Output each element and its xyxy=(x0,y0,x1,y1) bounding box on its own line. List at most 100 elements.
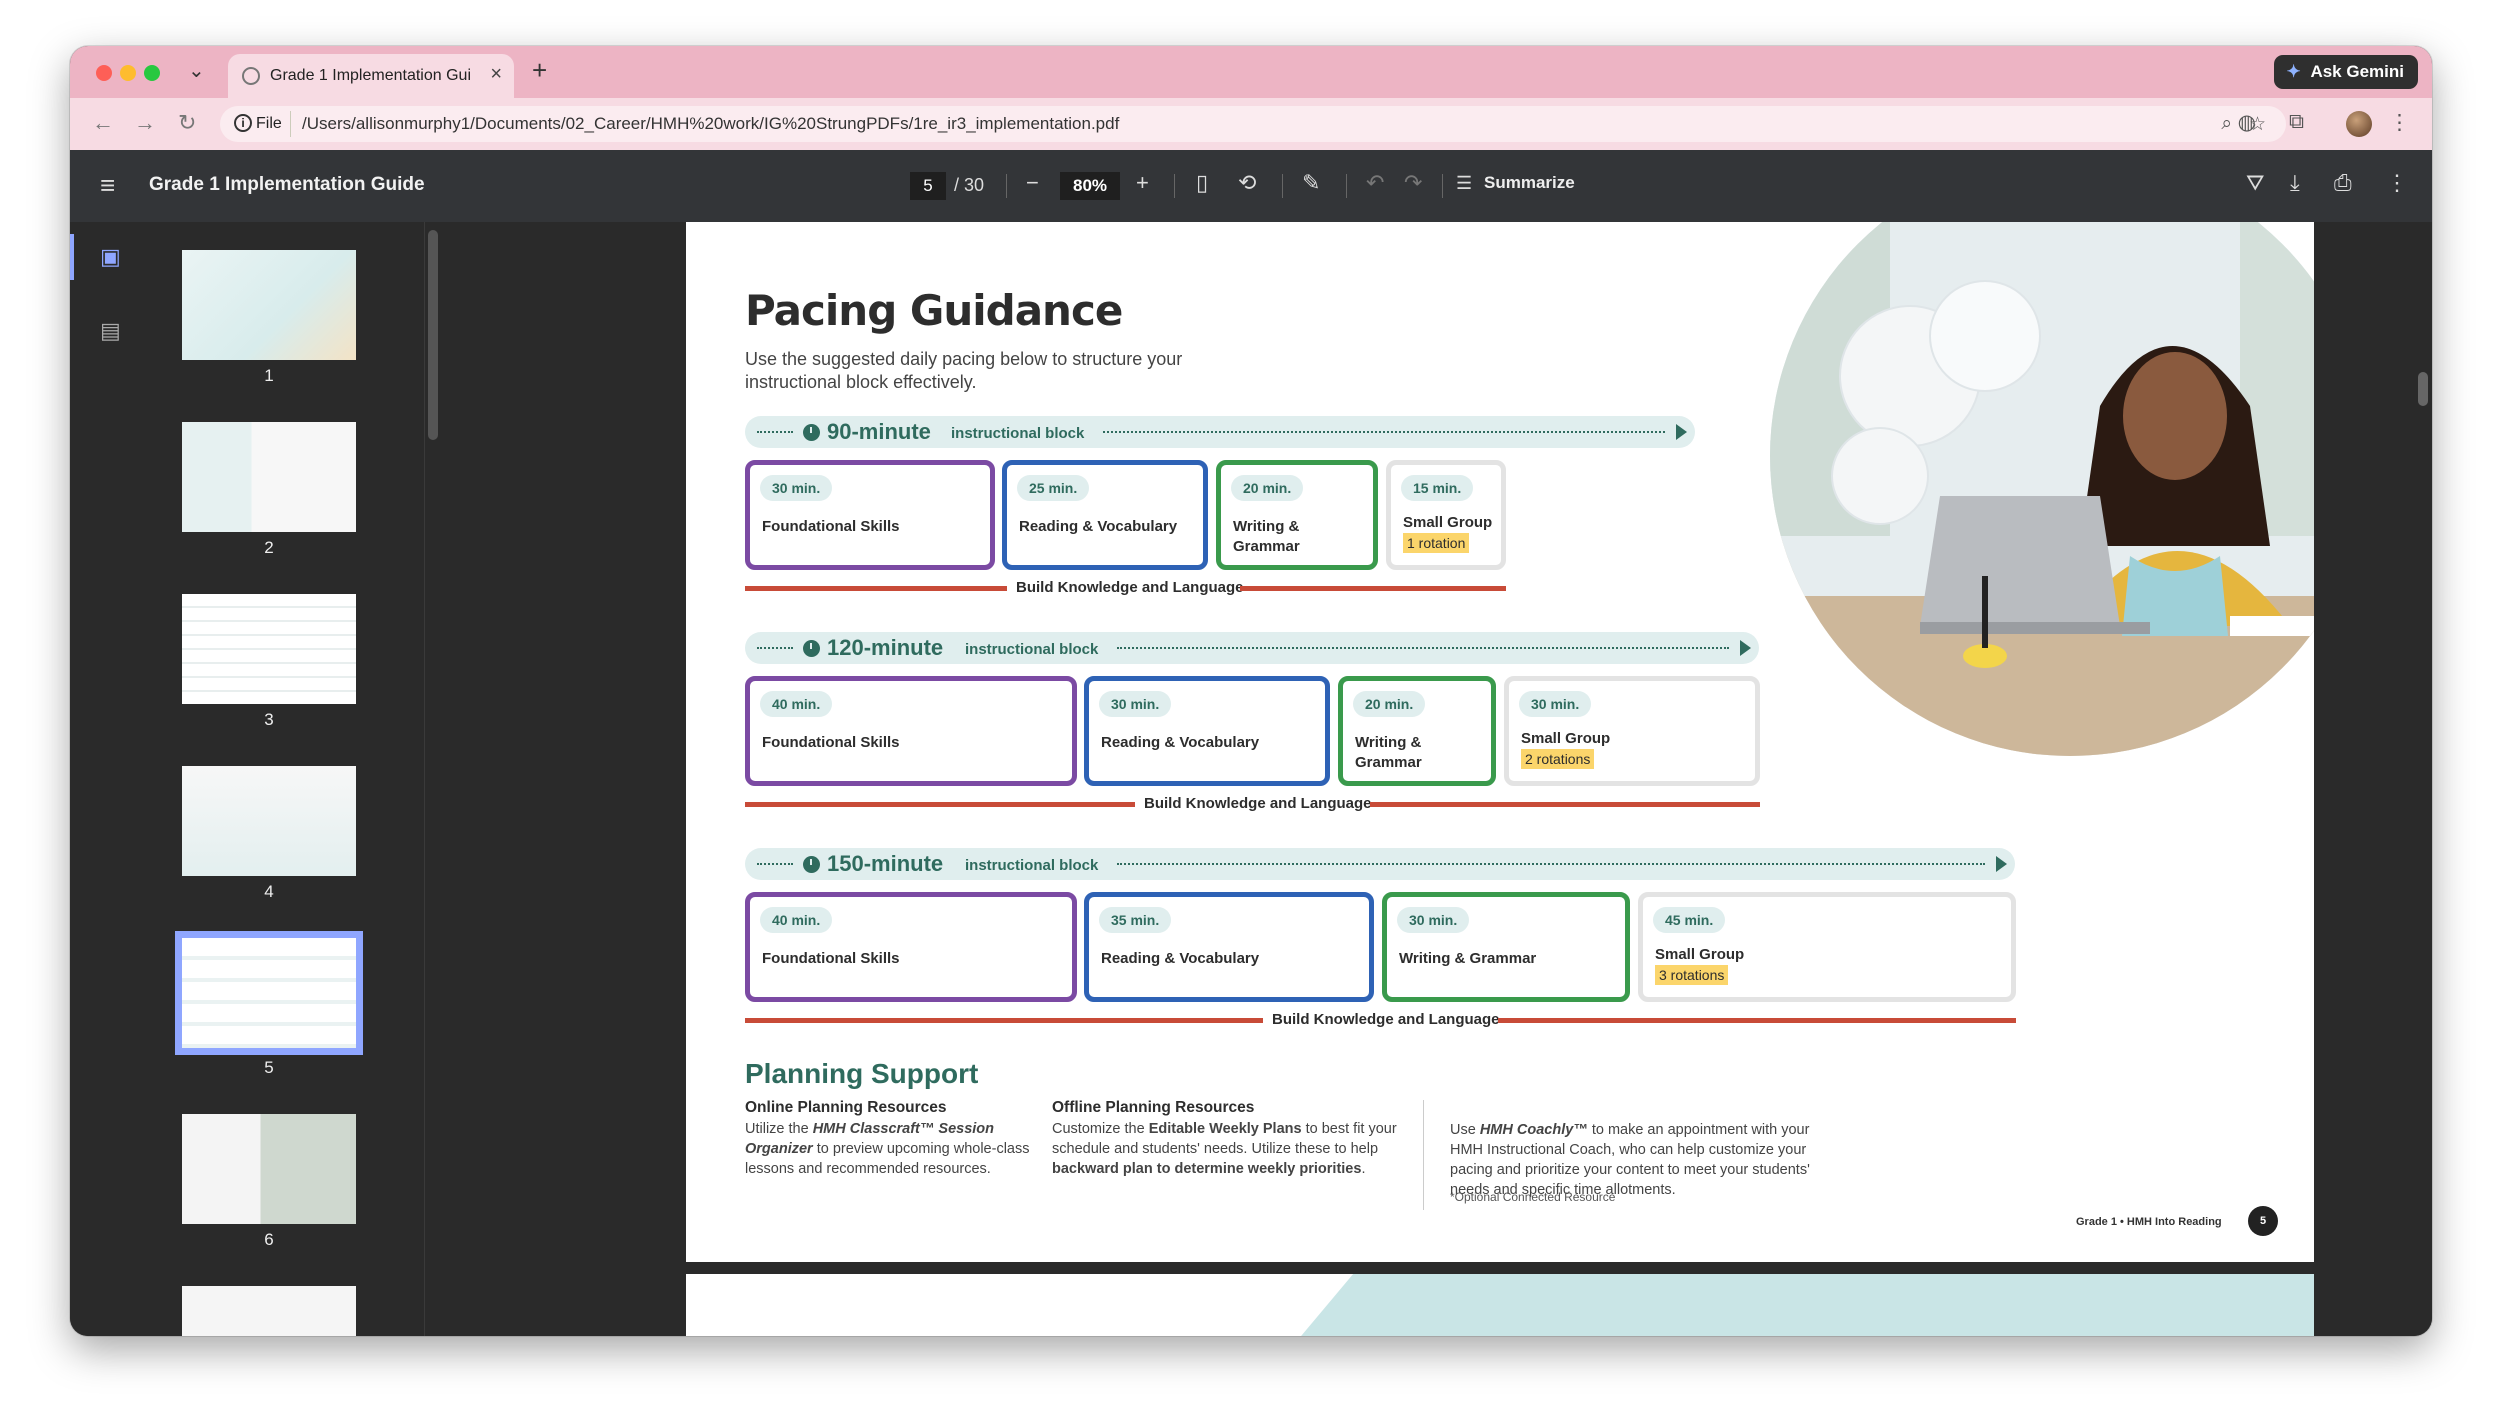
extensions-puzzle-icon[interactable]: ⧉ xyxy=(2289,110,2304,134)
minimize-window-button[interactable] xyxy=(120,65,136,81)
outline-tab-icon[interactable]: ▤ xyxy=(100,318,121,344)
new-tab-button[interactable]: + xyxy=(532,55,547,86)
summarize-button[interactable]: Summarize xyxy=(1484,173,1575,193)
thumbnail-page-4[interactable] xyxy=(182,766,356,876)
segment-name: Writing & Grammar xyxy=(1399,950,1537,967)
site-info-chip[interactable]: i File xyxy=(228,111,291,137)
close-window-button[interactable] xyxy=(96,65,112,81)
dotted-line xyxy=(1117,647,1729,649)
divider xyxy=(1282,174,1283,198)
tab-strip: ⌄ Grade 1 Implementation Guide × + ✦ Ask… xyxy=(70,46,2432,98)
segment-name: Foundational Skills xyxy=(762,518,900,535)
zoom-out-button[interactable]: − xyxy=(1026,170,1039,196)
rotation-badge: 1 rotation xyxy=(1403,533,1470,553)
block-header-120: 120-minute instructional block xyxy=(745,632,1759,664)
segment-time: 30 min. xyxy=(1397,907,1470,933)
annotate-icon[interactable]: ✎ xyxy=(1302,170,1320,196)
more-menu-icon[interactable]: ⋮ xyxy=(2389,110,2410,135)
segment-time: 20 min. xyxy=(1231,475,1304,501)
planning-support-title: Planning Support xyxy=(745,1058,979,1089)
thumbnail-page-5[interactable] xyxy=(175,931,363,1055)
redo-icon[interactable]: ↷ xyxy=(1404,170,1422,196)
thumbnail-label: 3 xyxy=(264,710,274,729)
summarize-icon: ☰ xyxy=(1456,173,1473,193)
dotted-line xyxy=(1103,431,1665,433)
tab-active[interactable]: Grade 1 Implementation Guide × xyxy=(228,54,514,98)
offline-text-b: Editable Weekly Plans xyxy=(1148,1121,1302,1137)
zoom-input[interactable]: 80% xyxy=(1060,172,1120,200)
segment-time: 20 min. xyxy=(1353,691,1426,717)
viewer-scrollbar[interactable] xyxy=(2418,372,2428,406)
rotation-badge: 3 rotations xyxy=(1655,965,1729,985)
build-knowledge-line xyxy=(1498,1018,2016,1023)
thumbnail-page-2[interactable] xyxy=(182,422,356,532)
drive-save-icon[interactable]: ⛛ xyxy=(2246,170,2264,196)
url-text[interactable]: /Users/allisonmurphy1/Documents/02_Caree… xyxy=(302,114,1119,134)
segment-writing-grammar: 30 min. Writing & Grammar xyxy=(1382,892,1630,1002)
block-minutes: 90-minute xyxy=(827,419,931,444)
build-knowledge-label: Build Knowledge and Language xyxy=(1272,1011,1500,1028)
fit-page-icon[interactable]: ▯ xyxy=(1196,170,1208,196)
zoom-window-button[interactable] xyxy=(144,65,160,81)
divider xyxy=(1423,1100,1424,1210)
build-knowledge-line xyxy=(745,1018,1263,1023)
thumbnail-page-6[interactable] xyxy=(182,1114,356,1224)
segment-small-group: 30 min. Small Group 2 rotations xyxy=(1504,676,1760,786)
optional-resource-note: *Optional Connected Resource xyxy=(1450,1190,1616,1204)
divider xyxy=(1006,174,1007,198)
segment-time: 25 min. xyxy=(1017,475,1090,501)
segment-name-text: Small Group xyxy=(1403,514,1493,531)
build-knowledge-line xyxy=(1240,586,1506,591)
thumbnail-page-1[interactable] xyxy=(182,250,356,360)
thumbnail-page-7[interactable] xyxy=(182,1286,356,1336)
reload-icon[interactable]: ↻ xyxy=(178,110,196,136)
undo-icon[interactable]: ↶ xyxy=(1366,170,1384,196)
thumbnail-label: 5 xyxy=(264,1058,274,1077)
site-info-label: File xyxy=(256,115,282,132)
thumbnail-page-3[interactable] xyxy=(182,594,356,704)
block-minutes: 120-minute xyxy=(827,635,944,660)
segment-reading-vocabulary: 25 min. Reading & Vocabulary xyxy=(1002,460,1208,570)
globe-icon xyxy=(242,67,260,85)
block-header-90: 90-minute instructional block xyxy=(745,416,1695,448)
segment-name: Reading & Vocabulary xyxy=(1101,950,1260,967)
extension-icon[interactable]: ◍ xyxy=(2238,110,2256,135)
arrow-right-icon xyxy=(1740,640,1751,656)
chevron-down-icon[interactable]: ⌄ xyxy=(188,58,205,83)
download-icon[interactable]: ⤓ xyxy=(2290,170,2300,196)
thumbnails-tab-icon[interactable]: ▣ xyxy=(100,244,121,270)
clock-icon xyxy=(803,424,820,441)
browser-window: ⌄ Grade 1 Implementation Guide × + ✦ Ask… xyxy=(70,46,2432,1336)
back-icon[interactable]: ← xyxy=(92,110,114,136)
offline-text-a: Customize the xyxy=(1052,1121,1149,1137)
rotate-icon[interactable]: ⟲ xyxy=(1238,170,1256,196)
more-options-icon[interactable]: ⋮ xyxy=(2386,170,2408,196)
menu-icon[interactable]: ≡ xyxy=(100,170,115,201)
segment-name-text: Small Group xyxy=(1521,730,1611,747)
document-title: Grade 1 Implementation Guide xyxy=(149,174,425,195)
zoom-magnifier-icon[interactable]: ⌕ xyxy=(2221,113,2232,135)
segment-name: Small Group 1 rotation xyxy=(1403,513,1492,554)
zoom-in-button[interactable]: + xyxy=(1136,170,1149,196)
rotation-badge: 2 rotations xyxy=(1521,749,1595,769)
forward-icon[interactable]: → xyxy=(134,110,156,136)
avatar[interactable] xyxy=(2346,111,2372,137)
block-label: instructional block xyxy=(951,425,1085,442)
segment-reading-vocabulary: 35 min. Reading & Vocabulary xyxy=(1084,892,1374,1002)
sidebar-scrollbar[interactable] xyxy=(428,230,438,440)
omnibox[interactable]: i File /Users/allisonmurphy1/Documents/0… xyxy=(220,106,2286,142)
close-icon[interactable]: × xyxy=(490,63,502,86)
dotted-line xyxy=(1117,863,1985,865)
segment-reading-vocabulary: 30 min. Reading & Vocabulary xyxy=(1084,676,1330,786)
thumbnail-label: 2 xyxy=(264,538,274,557)
segment-small-group: 15 min. Small Group 1 rotation xyxy=(1386,460,1506,570)
page-number-input[interactable]: 5 xyxy=(910,172,946,200)
segment-time: 30 min. xyxy=(1099,691,1172,717)
print-icon[interactable]: ⎙ xyxy=(2334,170,2352,196)
segment-foundational-skills: 40 min. Foundational Skills xyxy=(745,892,1077,1002)
segment-name-text: Small Group xyxy=(1655,946,1745,963)
coach-text-b: HMH Coachly™ xyxy=(1479,1122,1588,1138)
ask-gemini-button[interactable]: ✦ Ask Gemini xyxy=(2274,55,2418,89)
segment-time: 40 min. xyxy=(760,691,833,717)
offline-planning-column: Offline Planning Resources Customize the… xyxy=(1052,1098,1402,1179)
